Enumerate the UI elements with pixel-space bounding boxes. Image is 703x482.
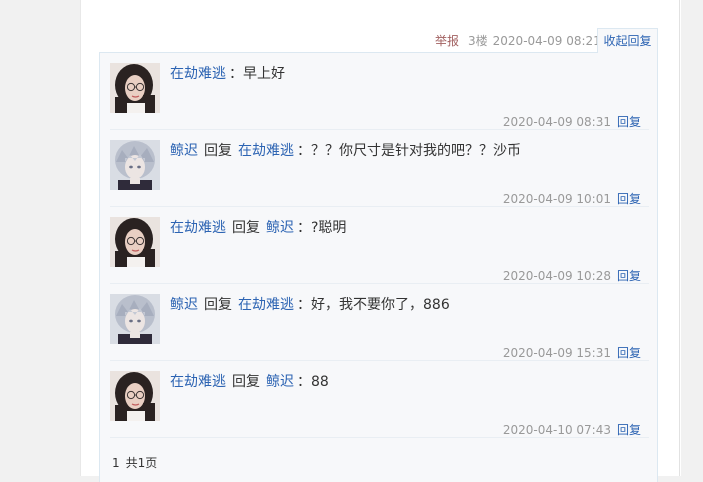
post-tail: 举报 3楼 2020-04-09 08:21 [435,28,601,53]
reply-username[interactable]: 鲸迟 [170,297,198,313]
reply-target-username[interactable]: 在劫难逃 [238,143,294,159]
reply-content: ：好，我不要你了，886 [297,297,450,313]
reply-meta: 2020-04-09 08:31 回复 [503,115,641,129]
silver-hair-boy-avatar-icon [110,294,160,344]
reply-username[interactable]: 在劫难逃 [170,220,226,236]
reply-time: 2020-04-09 15:31 [502,346,611,360]
reply-keyword: 回复 [232,374,260,390]
reply-line: 在劫难逃 回复 鲸迟 ：88 [170,372,649,392]
silver-hair-boy-avatar-icon [110,140,160,190]
reply-keyword: 回复 [204,297,232,313]
reply-username[interactable]: 鲸迟 [170,143,198,159]
reply-button[interactable]: 回复 [617,192,641,206]
reply-target-username[interactable]: 鲸迟 [266,220,294,236]
reply-meta: 2020-04-09 10:28 回复 [503,269,641,283]
girl-glasses-avatar-icon [110,217,160,267]
girl-glasses-avatar-icon [110,371,160,421]
reply-line: 在劫难逃 ：早上好 [170,64,649,84]
reply-target-username[interactable]: 在劫难逃 [238,297,294,313]
reply-button[interactable]: 回复 [617,115,641,129]
reply-content: ：？？你尺寸是针对我的吧？？沙币 [297,143,521,159]
reply-meta: 2020-04-09 10:01 回复 [503,192,641,206]
reply-item: 在劫难逃 ：早上好 2020-04-09 08:31 回复 [110,53,649,130]
reply-button[interactable]: 回复 [617,423,641,437]
reply-username[interactable]: 在劫难逃 [170,374,226,390]
reply-item: 在劫难逃 回复 鲸迟 ：?聪明 2020-04-09 10:28 回复 [110,207,649,284]
avatar[interactable] [110,63,160,113]
reply-item: 在劫难逃 回复 鲸迟 ：88 2020-04-10 07:43 回复 [110,361,649,438]
reply-button[interactable]: 回复 [617,346,641,360]
avatar[interactable] [110,371,160,421]
page-count: 共1页 [125,456,158,470]
reply-username[interactable]: 在劫难逃 [170,66,226,82]
collapse-replies-button[interactable]: 收起回复 [597,28,658,53]
reply-time: 2020-04-09 10:28 [502,269,611,283]
reply-time: 2020-04-09 10:01 [502,192,611,206]
reply-time: 2020-04-09 08:31 [502,115,611,129]
reply-line: 鲸迟 回复 在劫难逃 ：？？你尺寸是针对我的吧？？沙币 [170,141,649,161]
reply-target-username[interactable]: 鲸迟 [266,374,294,390]
reply-box: 在劫难逃 ：早上好 2020-04-09 08:31 回复 鲸迟 回复 在劫难逃 ：？？你… [99,52,658,482]
current-page: 1 [112,456,120,470]
reply-time: 2020-04-10 07:43 [502,423,611,437]
post-time: 2020-04-09 08:21 [492,33,601,48]
reply-content: ：88 [297,374,329,390]
reply-meta: 2020-04-10 07:43 回复 [503,423,641,437]
reply-meta: 2020-04-09 15:31 回复 [503,346,641,360]
reply-line: 在劫难逃 回复 鲸迟 ：?聪明 [170,218,649,238]
floor-number: 3楼 [468,34,488,48]
avatar[interactable] [110,294,160,344]
reply-content: ：?聪明 [297,220,347,236]
reply-keyword: 回复 [232,220,260,236]
reply-keyword: 回复 [204,143,232,159]
reply-button[interactable]: 回复 [617,269,641,283]
reply-item: 鲸迟 回复 在劫难逃 ：？？你尺寸是针对我的吧？？沙币 2020-04-09 10:0… [110,130,649,207]
avatar[interactable] [110,217,160,267]
reply-content: ：早上好 [229,66,285,82]
report-link[interactable]: 举报 [435,32,459,49]
reply-item: 鲸迟 回复 在劫难逃 ：好，我不要你了，886 2020-04-09 15:31 回复 [110,284,649,361]
girl-glasses-avatar-icon [110,63,160,113]
reply-line: 鲸迟 回复 在劫难逃 ：好，我不要你了，886 [170,295,649,315]
avatar[interactable] [110,140,160,190]
pager: 1 共1页 [112,455,157,471]
column-edge [679,0,680,476]
